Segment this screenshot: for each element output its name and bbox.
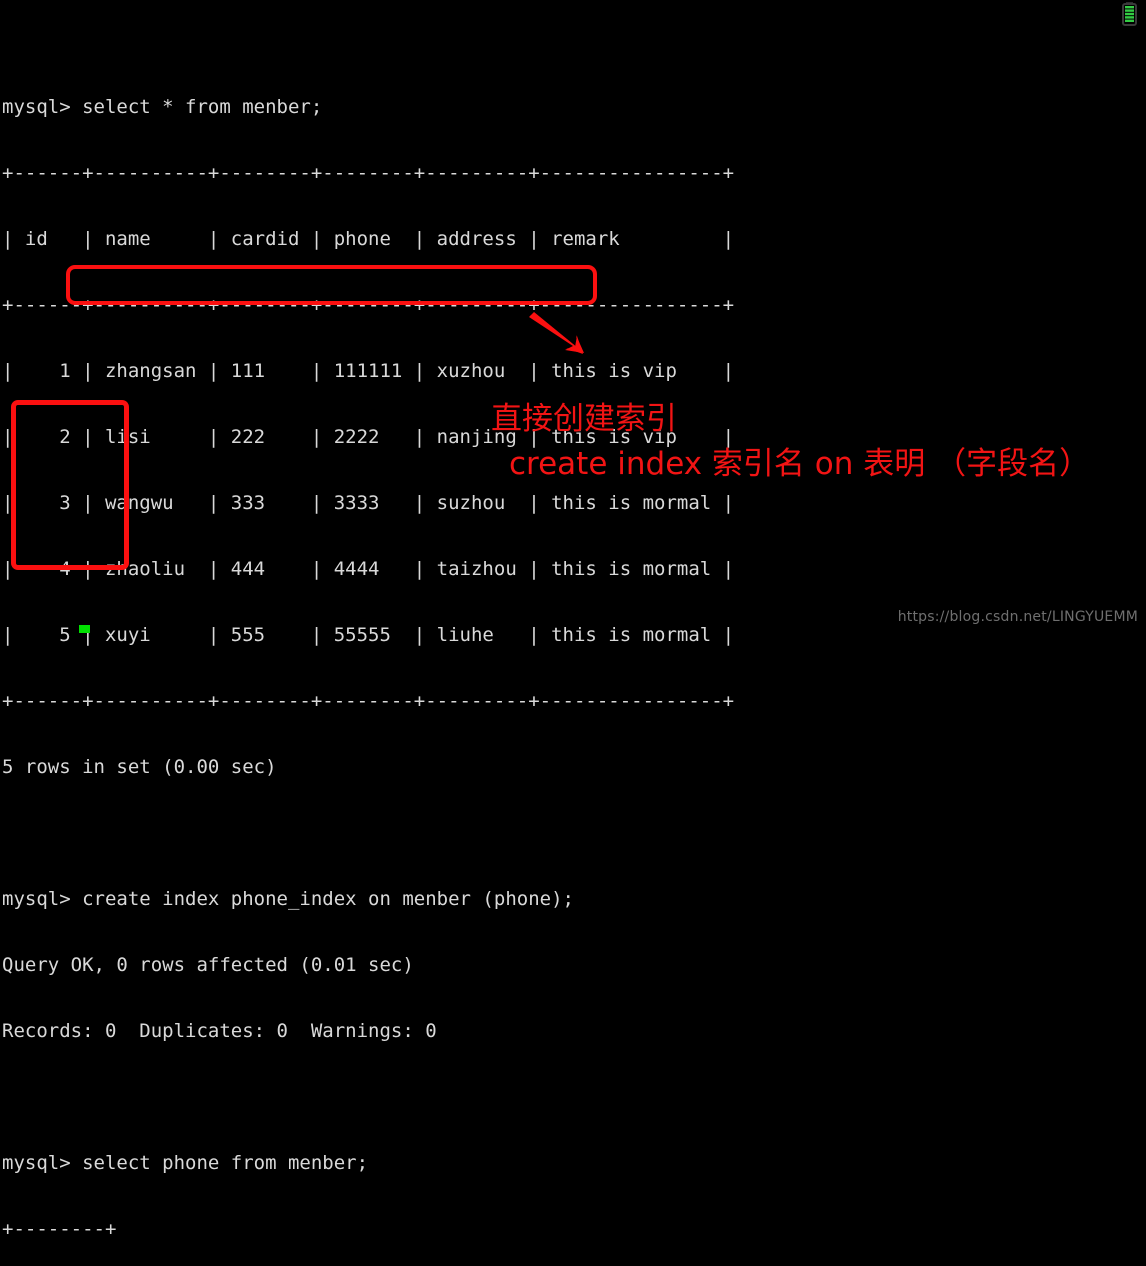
watermark: https://blog.csdn.net/LINGYUEMM xyxy=(897,609,1138,625)
terminal-line: mysql> select * from menber; xyxy=(2,96,323,118)
records-line: Records: 0 Duplicates: 0 Warnings: 0 xyxy=(2,1020,437,1042)
table-row: | 1 | zhangsan | 111 | 111111 | xuzhou |… xyxy=(2,360,735,382)
terminal-cursor xyxy=(79,625,90,633)
terminal-line: +------+----------+--------+--------+---… xyxy=(2,162,735,184)
terminal-line: +------+----------+--------+--------+---… xyxy=(2,294,735,316)
terminal-prompt-line: mysql> xyxy=(0,621,300,633)
annotation-note-line1: 直接创建索引 xyxy=(491,401,677,437)
table-row: | 4 | zhaoliu | 444 | 4444 | taizhou | t… xyxy=(2,558,735,580)
table-row: | 3 | wangwu | 333 | 3333 | suzhou | thi… xyxy=(2,492,735,514)
annotation-note-line2: create index 索引名 on 表明 （字段名） xyxy=(509,446,1091,482)
select-phone-command: mysql> select phone from menber; xyxy=(2,1152,369,1174)
row-count: 5 rows in set (0.00 sec) xyxy=(2,756,277,778)
terminal-line: | id | name | cardid | phone | address |… xyxy=(2,228,735,250)
create-index-command: mysql> create index phone_index on menbe… xyxy=(2,888,574,910)
terminal-line: +------+----------+--------+--------+---… xyxy=(2,690,735,712)
terminal-output: mysql> select * from menber; +------+---… xyxy=(0,0,1146,1240)
terminal-line: +--------+ xyxy=(2,1218,117,1240)
query-ok-line: Query OK, 0 rows affected (0.01 sec) xyxy=(2,954,414,976)
battery-icon xyxy=(1122,2,1137,26)
